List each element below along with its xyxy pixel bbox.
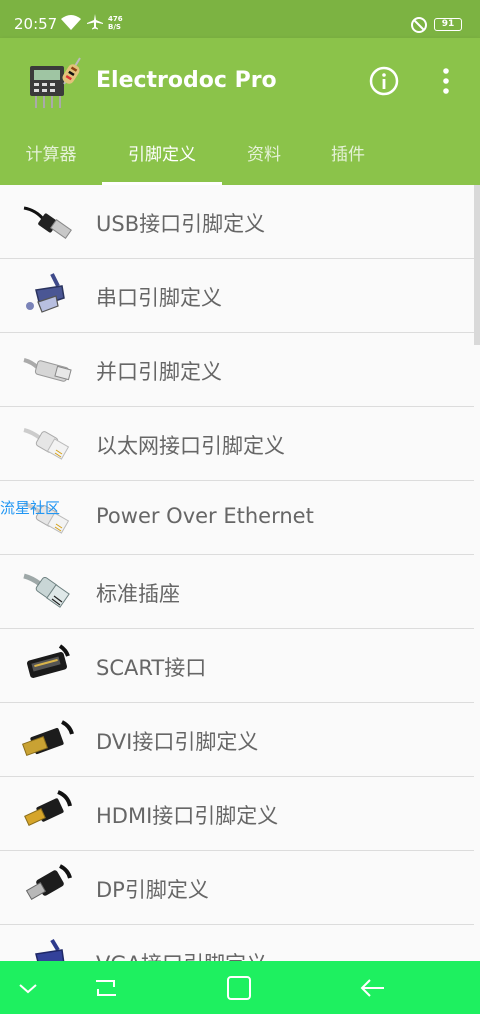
phone-plug-icon <box>23 573 70 608</box>
list-item-label: USB接口引脚定义 <box>96 212 266 236</box>
dvi-connector-icon <box>22 720 74 757</box>
status-time: 20:57 <box>14 15 58 33</box>
navigation-bar <box>0 961 480 1014</box>
recent-apps-icon[interactable] <box>92 975 120 1001</box>
list-item[interactable]: SCART接口 <box>0 629 474 703</box>
list-item[interactable]: 以太网接口引脚定义 <box>0 407 474 481</box>
app-bar: Electrodoc Pro 计算器 引脚定义 资料 插件 <box>0 38 480 185</box>
list-item[interactable]: HDMI接口引脚定义 <box>0 777 474 851</box>
airplane-icon <box>87 14 103 30</box>
list-item-label: SCART接口 <box>96 656 207 680</box>
list-item[interactable]: Power Over Ethernet <box>0 481 474 555</box>
list-item-label: Power Over Ethernet <box>96 504 314 528</box>
list-item-label: 并口引脚定义 <box>96 360 222 384</box>
status-bar: 20:57 476 B/S 91 <box>0 0 480 38</box>
list-item-label: DP引脚定义 <box>96 878 209 902</box>
list-item[interactable]: 标准插座 <box>0 555 474 629</box>
more-options-icon[interactable] <box>436 65 456 97</box>
list-item[interactable]: DP引脚定义 <box>0 851 474 925</box>
tab-pinouts[interactable]: 引脚定义 <box>102 138 222 185</box>
ethernet-plug-icon <box>23 428 70 460</box>
chevron-down-icon[interactable] <box>14 975 42 1001</box>
scrollbar[interactable] <box>474 185 480 345</box>
tab-bar: 计算器 引脚定义 资料 插件 <box>0 138 480 185</box>
watermark: 流星社区 <box>0 499 61 517</box>
network-speed-value: 476 <box>108 15 123 23</box>
tab-resources[interactable]: 资料 <box>232 138 296 185</box>
back-icon[interactable] <box>358 975 386 1001</box>
app-title: Electrodoc Pro <box>96 68 277 93</box>
info-icon[interactable] <box>368 65 400 97</box>
list-item-label: 标准插座 <box>96 582 180 606</box>
hdmi-connector-icon <box>24 790 72 826</box>
wifi-icon <box>61 15 81 30</box>
network-speed-unit: B/S <box>108 23 121 31</box>
displayport-connector-icon <box>25 864 72 901</box>
list-item-label: 串口引脚定义 <box>96 286 222 310</box>
parallel-port-icon <box>23 358 72 382</box>
do-not-disturb-icon <box>411 17 427 33</box>
list-item[interactable]: USB接口引脚定义 <box>0 185 474 259</box>
list-item-label: DVI接口引脚定义 <box>96 730 259 754</box>
list-item[interactable]: VGA接口引脚定义 <box>0 925 474 961</box>
list-item-label: VGA接口引脚定义 <box>96 948 267 961</box>
scart-connector-icon <box>26 644 70 678</box>
app-logo-icon <box>30 57 81 108</box>
home-icon[interactable] <box>225 975 253 1001</box>
serial-port-icon <box>26 273 65 313</box>
list-item[interactable]: 并口引脚定义 <box>0 333 474 407</box>
battery-indicator: 91 <box>434 18 462 31</box>
list-item-label: 以太网接口引脚定义 <box>96 434 285 458</box>
pinout-list: USB接口引脚定义 串口引脚定义 并口引脚定义 以太网接口引脚定义 Power … <box>0 185 480 961</box>
list-item[interactable]: DVI接口引脚定义 <box>0 703 474 777</box>
tab-plugins[interactable]: 插件 <box>316 138 380 185</box>
network-speed: 476 B/S <box>108 15 123 31</box>
vga-connector-icon <box>35 938 65 961</box>
list-item[interactable]: 串口引脚定义 <box>0 259 474 333</box>
list-item-label: HDMI接口引脚定义 <box>96 804 279 828</box>
tab-calculator[interactable]: 计算器 <box>6 138 96 185</box>
usb-cable-icon <box>23 206 72 239</box>
